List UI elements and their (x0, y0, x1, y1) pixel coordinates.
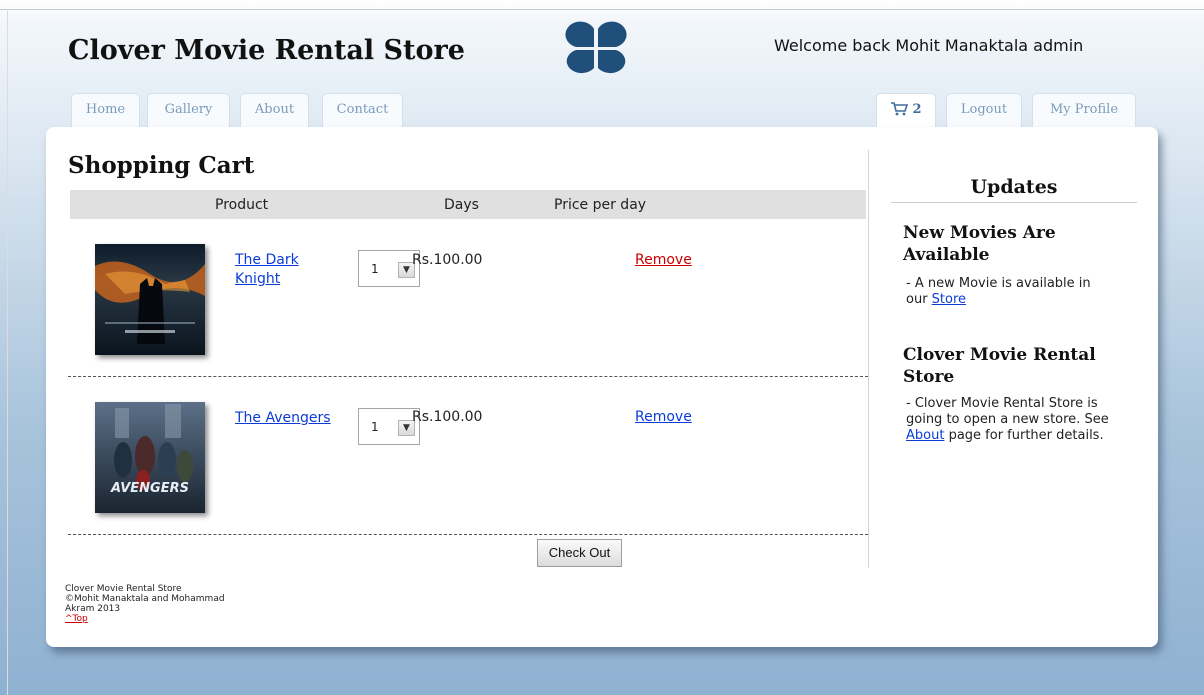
shopping-cart-icon (891, 102, 909, 116)
days-select[interactable]: 1 ▼ (358, 250, 420, 287)
poster-text: AVENGERS (110, 481, 189, 496)
cart-item-title-link[interactable]: The Dark Knight (235, 251, 335, 289)
sidebar-divider (868, 150, 869, 568)
column-days: Days (444, 197, 479, 213)
cart-table-header: Product Days Price per day (70, 190, 866, 219)
about-link[interactable]: About (906, 428, 944, 443)
site-title: Clover Movie Rental Store (68, 35, 465, 66)
remove-link[interactable]: Remove (635, 409, 692, 425)
footer-line: Akram 2013 (65, 604, 121, 614)
left-border (7, 9, 8, 695)
row-divider (68, 534, 868, 535)
back-to-top-link[interactable]: ^Top (65, 614, 225, 624)
tab-about[interactable]: About (240, 93, 309, 127)
footer-copyright: ©Mohit Manaktala and Mohammad (65, 594, 225, 604)
tab-logout[interactable]: Logout (946, 93, 1022, 127)
column-price-per-day: Price per day (554, 197, 647, 213)
news-text: - Clover Movie Rental Store is going to … (906, 396, 1116, 444)
tab-contact[interactable]: Contact (322, 93, 403, 127)
days-select[interactable]: 1 ▼ (358, 408, 420, 445)
price-per-day: Rs.100.00 (412, 409, 483, 425)
cart-tab[interactable]: 2 (876, 93, 936, 127)
footer-line: Clover Movie Rental Store (65, 584, 182, 594)
cart-count: 2 (912, 102, 922, 117)
store-link[interactable]: Store (932, 292, 966, 307)
welcome-message: Welcome back Mohit Manaktala admin (774, 36, 1084, 55)
remove-link[interactable]: Remove (635, 252, 692, 268)
page-title: Shopping Cart (68, 152, 255, 179)
updates-heading: Updates (970, 176, 1058, 198)
row-divider (68, 376, 868, 377)
footer: Clover Movie Rental Store ©Mohit Manakta… (65, 584, 225, 624)
news-title: Clover Movie Rental Store (903, 345, 1096, 387)
checkout-button[interactable]: Check Out (537, 539, 622, 567)
price-per-day: Rs.100.00 (412, 252, 483, 268)
news-body: - Clover Movie Rental Store is going to … (906, 396, 1109, 427)
news-body-end: page for further details. (944, 428, 1104, 443)
news-title: New Movies Are Available (903, 223, 1056, 265)
tab-home[interactable]: Home (71, 93, 140, 127)
clover-icon (565, 21, 627, 74)
tab-gallery[interactable]: Gallery (147, 93, 230, 127)
dark-knight-poster[interactable] (95, 244, 205, 355)
updates-underline (891, 202, 1137, 203)
days-value: 1 (371, 262, 379, 276)
days-value: 1 (371, 420, 379, 434)
top-border (0, 9, 1204, 10)
column-product: Product (215, 197, 269, 213)
cart-item-title-link[interactable]: The Avengers (235, 409, 335, 428)
news-text: - A new Movie is available in our Store (906, 276, 1116, 308)
avengers-poster[interactable]: AVENGERS (95, 402, 205, 513)
tab-my-profile[interactable]: My Profile (1032, 93, 1136, 127)
